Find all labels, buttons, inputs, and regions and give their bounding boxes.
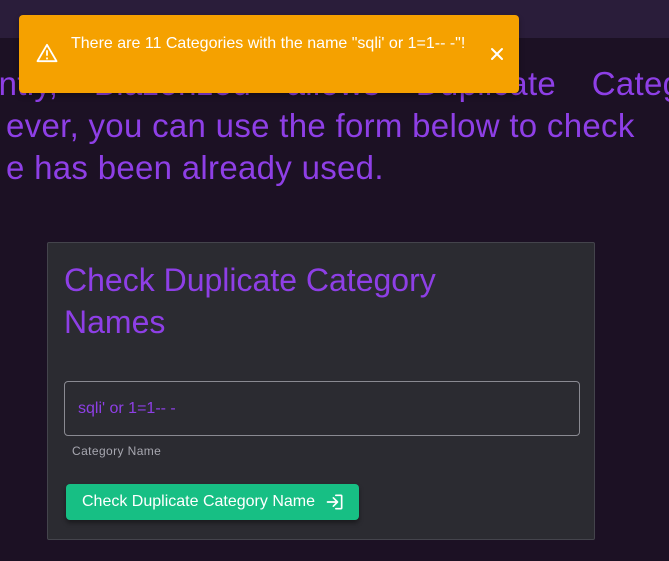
card-title: Check Duplicate Category Names (64, 262, 436, 340)
duplicate-check-card: Check Duplicate Category Names Category … (47, 242, 595, 540)
intro-word: Catego (591, 65, 669, 102)
warning-toast: There are 11 Categories with the name "s… (19, 15, 519, 93)
category-name-field[interactable] (64, 381, 580, 436)
check-duplicate-button[interactable]: Check Duplicate Category Name (66, 484, 359, 520)
toast-message: There are 11 Categories with the name "s… (71, 35, 466, 52)
category-name-helper: Category Name (72, 444, 162, 458)
login-icon (325, 492, 345, 512)
warning-icon (36, 43, 58, 68)
category-name-input[interactable] (65, 382, 579, 435)
check-duplicate-button-label: Check Duplicate Category Name (82, 493, 315, 510)
intro-line-3: e has been already used. (6, 149, 384, 186)
page: ently, Blazorized allows Duplicate Categ… (0, 0, 669, 561)
intro-line-2: ever, you can use the form below to chec… (6, 107, 635, 144)
close-icon[interactable] (488, 45, 506, 68)
